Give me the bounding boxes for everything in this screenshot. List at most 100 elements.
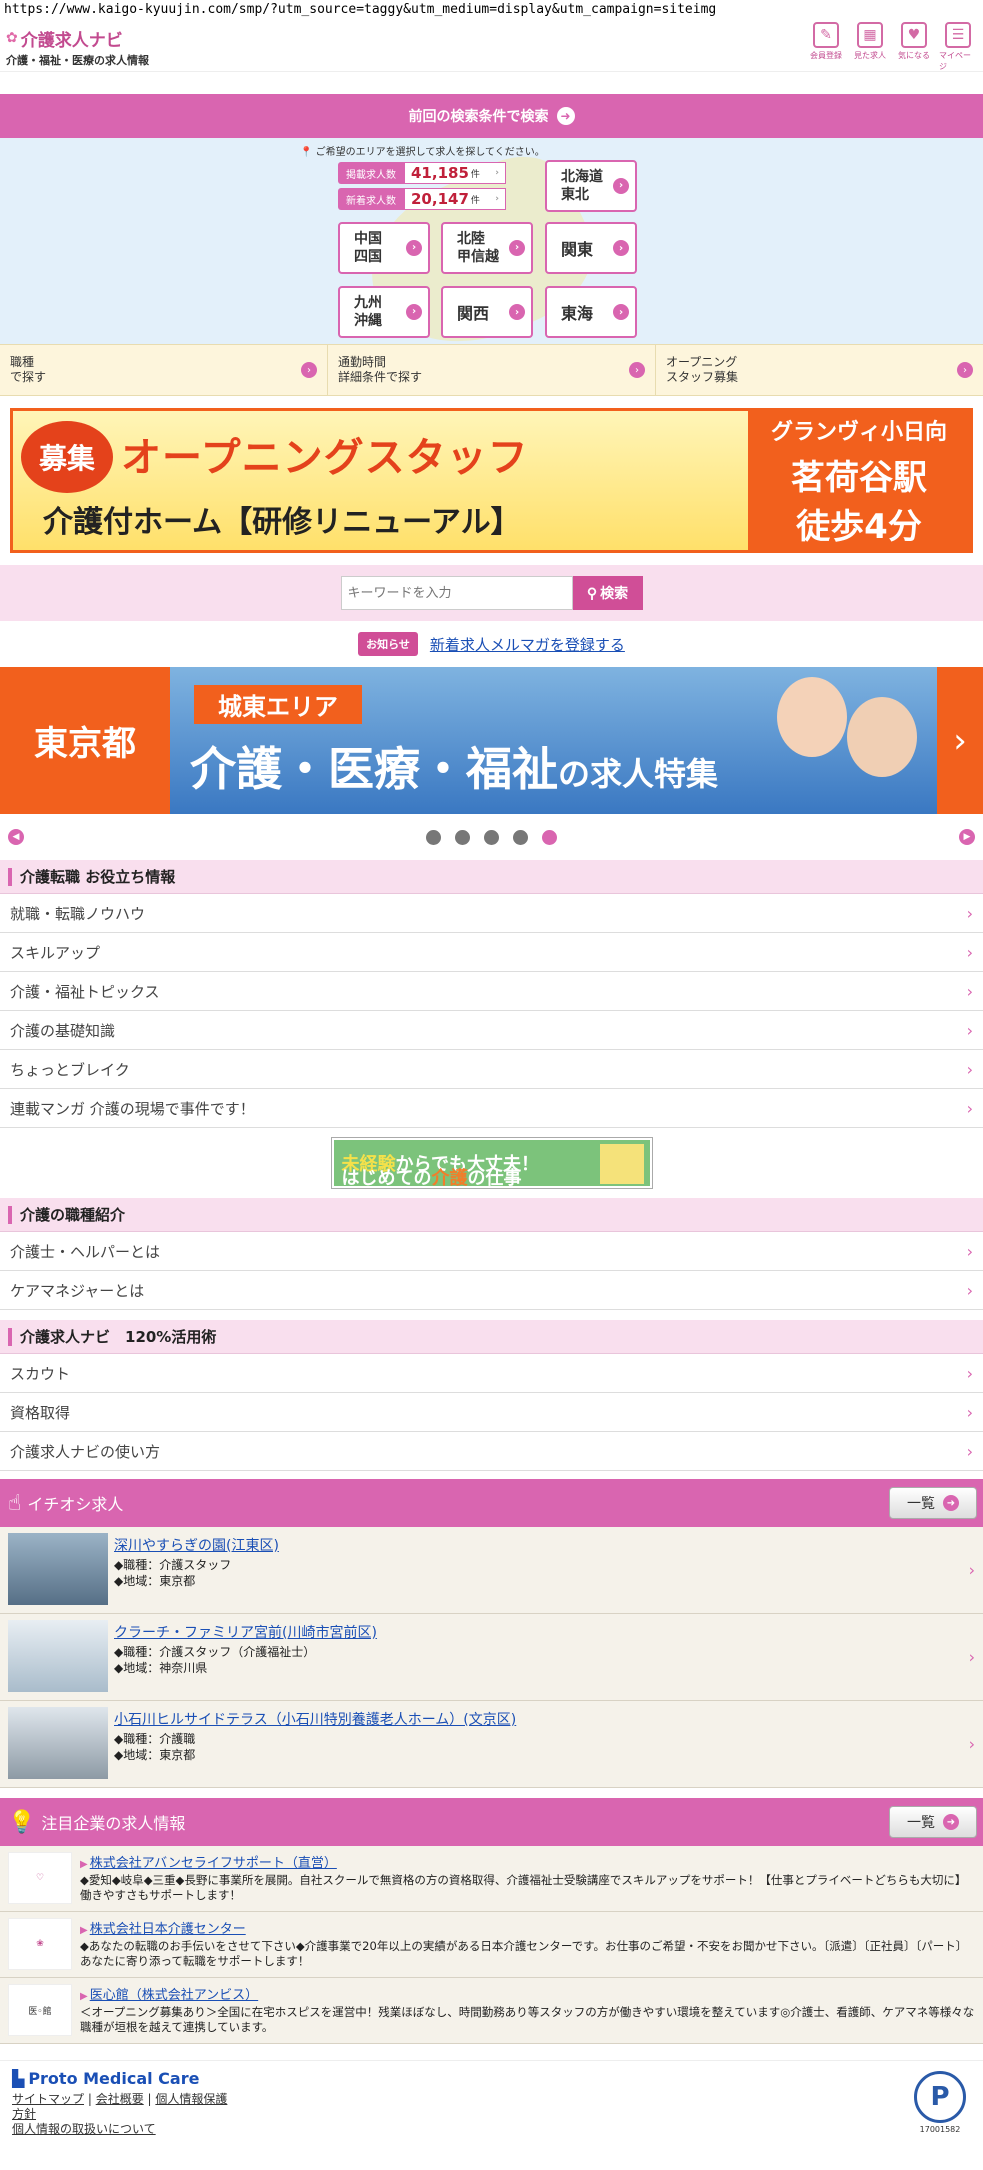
company-logo: ♡ — [8, 1852, 72, 1904]
list-item[interactable]: 介護士・ヘルパーとは › — [0, 1232, 983, 1271]
viewed-jobs-button[interactable]: ▦ 見た求人 — [851, 21, 889, 72]
footer-link-privacy-policy[interactable]: 個人情報保護 — [155, 2092, 227, 2106]
chevron-right-icon: › — [301, 362, 317, 378]
list-item[interactable]: スキルアップ › — [0, 933, 983, 972]
new-count[interactable]: 新着求人数 20,147 件 › — [338, 188, 506, 210]
slider-dot[interactable] — [484, 829, 499, 845]
company-link[interactable]: 株式会社日本介護センター — [90, 1922, 246, 1937]
search-button[interactable]: ⚲ 検索 — [572, 576, 643, 610]
section-title-tips: 介護転職 お役立ち情報 — [0, 860, 983, 894]
company-item[interactable]: ❀ ▶ 株式会社日本介護センター ◆あなたの転職のお手伝いをさせて下さい◆介護事業… — [0, 1912, 983, 1978]
brand-logo[interactable]: ▙ Proto Medical Care — [12, 2069, 971, 2088]
chevron-right-icon: › — [629, 362, 645, 378]
slider-dot-active[interactable] — [542, 829, 557, 845]
beginner-banner[interactable]: 未経験からでも大丈夫！ はじめての介護の仕事 — [330, 1137, 653, 1189]
region-kansai[interactable]: 関西 › — [441, 286, 533, 338]
search-opening-staff[interactable]: オープニング スタッフ募集 › — [656, 345, 983, 395]
slider-next-button[interactable]: ▶ — [959, 829, 975, 845]
caregiver-photo — [757, 677, 927, 807]
region-hokkaido-tohoku[interactable]: 北海道 東北 › — [545, 160, 637, 212]
news-bar: お知らせ 新着求人メルマガを登録する — [0, 621, 983, 667]
job-link[interactable]: クラーチ・ファミリア宮前(川崎市宮前区) — [114, 1625, 377, 1641]
footer-link-company[interactable]: 会社概要 — [96, 2092, 144, 2106]
chevron-right-icon: › — [966, 1363, 973, 1383]
featured-list-button[interactable]: 一覧 ➜ — [889, 1806, 977, 1838]
arrow-right-icon: ➜ — [943, 1495, 959, 1511]
slider-prev-button[interactable]: ◀ — [8, 829, 24, 845]
chevron-right-icon: › — [966, 942, 973, 962]
mypage-button[interactable]: ☰ マイページ — [939, 21, 977, 72]
section-title-usage: 介護求人ナビ 120%活用術 — [0, 1320, 983, 1354]
region-tokai[interactable]: 東海 › — [545, 286, 637, 338]
keyword-input[interactable] — [340, 576, 573, 610]
region-chugoku-shikoku[interactable]: 中国 四国 › — [338, 222, 430, 274]
chevron-right-icon: › — [957, 362, 973, 378]
footer-link-policy[interactable]: 方針 — [12, 2107, 36, 2121]
company-logo: ❀ — [8, 1918, 72, 1970]
recommended-list-button[interactable]: 一覧 ➜ — [889, 1487, 977, 1519]
arrow-right-icon: ➜ — [556, 107, 575, 125]
company-link[interactable]: 医心館（株式会社アンビス） — [90, 1988, 258, 2003]
favorites-button[interactable]: ♥ 気になる — [895, 21, 933, 72]
job-link[interactable]: 深川やすらぎの園(江東区) — [114, 1538, 279, 1554]
lightbulb-icon: 💡 — [8, 1809, 36, 1835]
company-item[interactable]: 医◦館 ▶ 医心館（株式会社アンビス） ＜オープニング募集あり＞全国に在宅ホスピス… — [0, 1978, 983, 2044]
chevron-right-icon: › — [966, 903, 973, 923]
search-by-commute[interactable]: 通勤時間 詳細条件で探す › — [328, 345, 656, 395]
list-item[interactable]: 介護求人ナビの使い方 › — [0, 1432, 983, 1471]
newsletter-link[interactable]: 新着求人メルマガを登録する — [430, 634, 625, 655]
featured-companies-header: 💡 注目企業の求人情報 一覧 ➜ — [0, 1798, 983, 1846]
chevron-right-icon: › — [966, 1241, 973, 1261]
footer-link-personal-info[interactable]: 個人情報の取扱いについて — [12, 2122, 156, 2136]
previous-search-button[interactable]: 前回の検索条件で検索 ➜ — [0, 94, 983, 138]
search-by-job-type[interactable]: 職種 で探す › — [0, 345, 328, 395]
list-item[interactable]: 連載マンガ 介護の現場で事件です！ › — [0, 1089, 983, 1128]
area-note: 📍 ご希望のエリアを選択して求人を探してください。 — [300, 147, 545, 158]
banner-illustration — [599, 1144, 644, 1184]
flower-icon: ✿ — [6, 30, 18, 46]
list-item[interactable]: ちょっとブレイク › — [0, 1050, 983, 1089]
job-item[interactable]: 小石川ヒルサイドテラス（小石川特別養護老人ホーム）(文京区) ◆職種：介護職 ◆地… — [0, 1701, 983, 1788]
section-title-job-types: 介護の職種紹介 — [0, 1198, 983, 1232]
job-photo — [8, 1533, 108, 1605]
hand-pointer-icon: ☝ — [8, 1490, 22, 1516]
region-kyushu-okinawa[interactable]: 九州 沖縄 › — [338, 286, 430, 338]
chevron-right-icon: › — [968, 1734, 975, 1754]
job-item[interactable]: クラーチ・ファミリア宮前(川崎市宮前区) ◆職種：介護スタッフ（介護福祉士） ◆地… — [0, 1614, 983, 1701]
news-badge: お知らせ — [358, 632, 418, 656]
list-item[interactable]: ケアマネジャーとは › — [0, 1271, 983, 1310]
opening-staff-banner[interactable]: 募集 オープニングスタッフ 介護付ホーム【研修リニューアル】 グランヴィ小日向 … — [10, 408, 973, 553]
listed-count[interactable]: 掲載求人数 41,185 件 › — [338, 162, 506, 184]
banner-next-arrow[interactable]: › — [937, 667, 983, 814]
chevron-right-icon: › — [966, 1402, 973, 1422]
slider-dot[interactable] — [455, 829, 470, 845]
logo-subtitle: 介護・福祉・医療の求人情報 — [6, 53, 149, 67]
job-link[interactable]: 小石川ヒルサイドテラス（小石川特別養護老人ホーム）(文京区) — [114, 1712, 516, 1728]
recommended-jobs-header: ☝ イチオシ求人 一覧 ➜ — [0, 1479, 983, 1527]
company-link[interactable]: 株式会社アバンセライフサポート（直営） — [90, 1856, 337, 1871]
member-register-button[interactable]: ✎ 会員登録 — [807, 21, 845, 72]
url-bar[interactable]: https://www.kaigo-kyuujin.com/smp/?utm_s… — [0, 0, 983, 22]
site-logo[interactable]: ✿ 介護求人ナビ 介護・福祉・医療の求人情報 — [6, 26, 149, 68]
region-kanto[interactable]: 関東 › — [545, 222, 637, 274]
slider-dot[interactable] — [426, 829, 441, 845]
company-item[interactable]: ♡ ▶ 株式会社アバンセライフサポート（直営） ◆愛知◆岐阜◆三重◆長野に事業所を… — [0, 1846, 983, 1912]
site-header: ✿ 介護求人ナビ 介護・福祉・医療の求人情報 ✎ 会員登録 ▦ 見た求人 ♥ 気になる … — [0, 21, 983, 72]
list-item[interactable]: 介護・福祉トピックス › — [0, 972, 983, 1011]
job-item[interactable]: 深川やすらぎの園(江東区) ◆職種：介護スタッフ ◆地域：東京都 › — [0, 1527, 983, 1614]
privacy-mark-icon: P — [914, 2071, 966, 2123]
footer-link-sitemap[interactable]: サイトマップ — [12, 2092, 84, 2106]
chevron-right-icon: › — [966, 1098, 973, 1118]
search-icon: ⚲ — [586, 584, 598, 601]
list-item[interactable]: 介護の基礎知識 › — [0, 1011, 983, 1050]
pencil-icon: ✎ — [813, 21, 839, 48]
list-item[interactable]: 資格取得 › — [0, 1393, 983, 1432]
heart-icon: ♥ — [901, 21, 927, 48]
list-item[interactable]: スカウト › — [0, 1354, 983, 1393]
slider-dot[interactable] — [513, 829, 528, 845]
tokyo-feature-banner[interactable]: 東京都 城東エリア 介護・医療・福祉の求人特集 › — [0, 667, 983, 814]
triangle-icon: ▶ — [80, 1859, 88, 1870]
list-item[interactable]: 就職・転職ノウハウ › — [0, 894, 983, 933]
region-hokuriku-koshinetsu[interactable]: 北陸 甲信越 › — [441, 222, 533, 274]
slider-nav: ◀ ▶ — [0, 814, 983, 860]
